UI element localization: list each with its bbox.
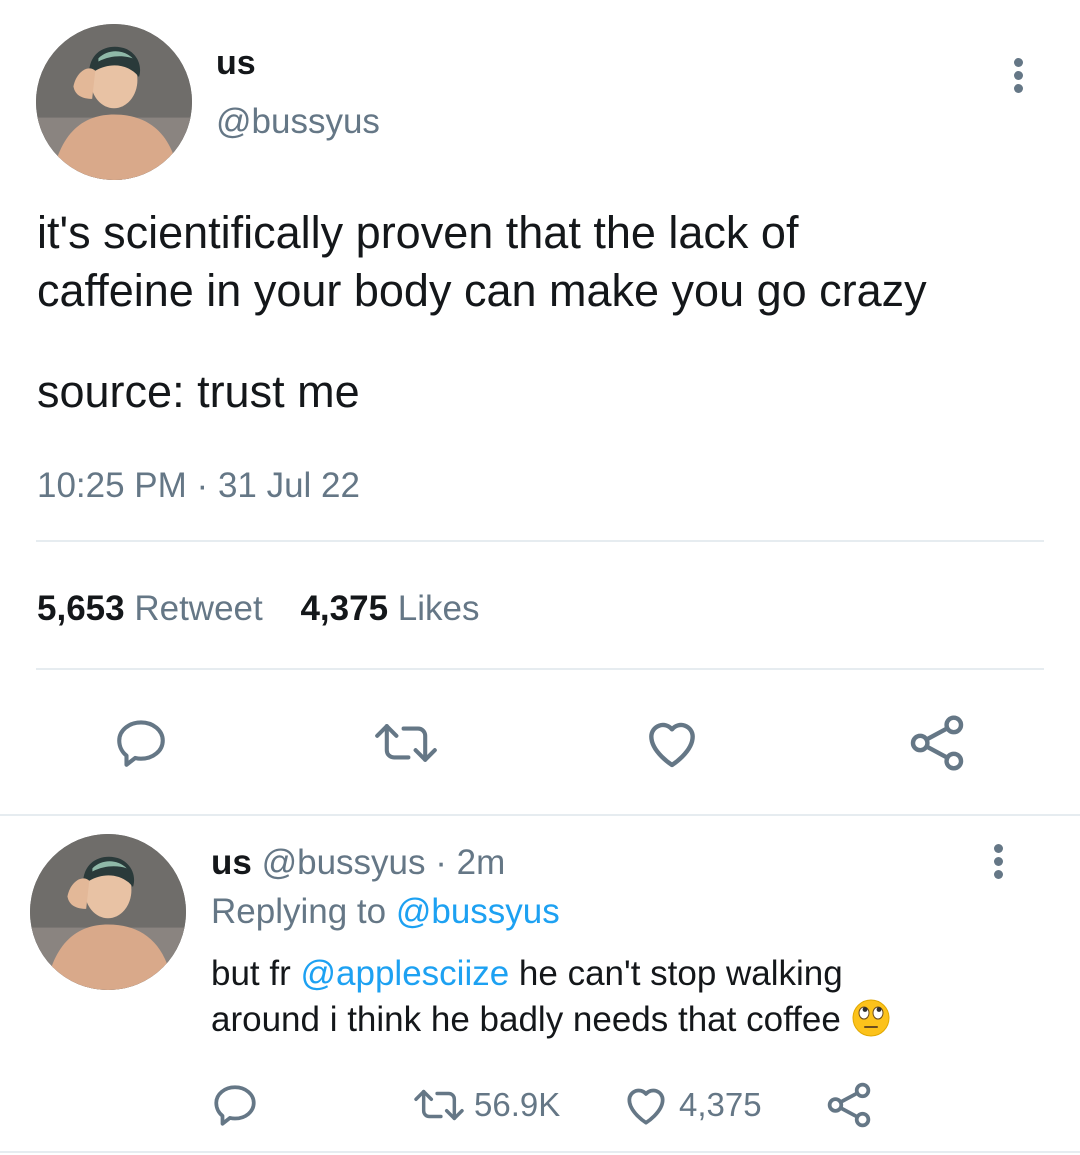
- replying-to-line: Replying to @bussyus: [211, 892, 560, 932]
- main-tweet-avatar[interactable]: [36, 24, 192, 180]
- reply-separator: ·: [435, 843, 447, 882]
- reply-tweet-more-icon[interactable]: [992, 844, 1004, 879]
- main-tweet-time: 10:25 PM: [37, 466, 187, 505]
- reply-display-name[interactable]: us: [211, 843, 252, 882]
- reply-handle[interactable]: @bussyus: [262, 843, 426, 882]
- main-tweet-date: 31 Jul 22: [217, 466, 360, 505]
- divider-after-stats: [36, 668, 1044, 670]
- replying-to-label: Replying to: [211, 892, 387, 931]
- retweets-stat[interactable]: 5,653 Retweet: [37, 589, 272, 628]
- main-tweet-handle[interactable]: @bussyus: [216, 102, 380, 142]
- reply-text-line1: but fr @applesciize he can't stop walkin…: [211, 951, 843, 997]
- divider-between-tweets: [0, 814, 1080, 816]
- share-icon[interactable]: [906, 712, 968, 774]
- likes-count: 4,375: [300, 589, 389, 628]
- reply-text-prefix: but fr: [211, 954, 291, 993]
- likes-label: Likes: [397, 589, 480, 628]
- profile-photo: [30, 834, 186, 990]
- profile-photo: [36, 24, 192, 180]
- divider-bottom: [0, 1151, 1080, 1153]
- reply-action-retweet[interactable]: 56.9K: [410, 1082, 560, 1128]
- main-tweet-text-line3: source: trust me: [37, 366, 360, 417]
- heart-icon[interactable]: [641, 712, 703, 774]
- reply-text-line1-rest: he can't stop walking: [518, 954, 843, 993]
- main-tweet-display-name[interactable]: us: [216, 44, 256, 83]
- reply-text-line2-body: around i think he badly needs that coffe…: [211, 1000, 841, 1039]
- replying-to-handle[interactable]: @bussyus: [396, 892, 560, 931]
- main-tweet-stats: 5,653 Retweet 4,375 Likes: [37, 589, 480, 629]
- reply-action-retweet-icon: [410, 1082, 468, 1128]
- reply-like-count: 4,375: [679, 1086, 762, 1123]
- retweet-icon[interactable]: [370, 714, 442, 772]
- main-tweet-text-line2: caffeine in your body can make you go cr…: [37, 265, 927, 316]
- rolling-eyes-emoji-icon: [851, 998, 891, 1038]
- main-tweet-more-icon[interactable]: [1012, 58, 1024, 93]
- likes-stat[interactable]: 4,375 Likes: [300, 589, 479, 628]
- reply-action-share-icon[interactable]: [824, 1080, 874, 1130]
- reply-tweet-avatar[interactable]: [30, 834, 186, 990]
- reply-tweet-header: us @bussyus · 2m: [211, 843, 505, 883]
- reply-action-heart-icon: [621, 1080, 671, 1130]
- reply-mention[interactable]: @applesciize: [301, 954, 510, 993]
- reply-action-like[interactable]: 4,375: [621, 1080, 762, 1130]
- main-tweet-timestamp[interactable]: 10:25 PM · 31 Jul 22: [37, 466, 360, 506]
- reply-retweet-count: 56.9K: [474, 1086, 561, 1123]
- reply-text-line2: around i think he badly needs that coffe…: [211, 997, 891, 1043]
- reply-icon[interactable]: [112, 714, 170, 772]
- reply-time-ago: 2m: [456, 843, 506, 882]
- retweets-count: 5,653: [37, 589, 125, 628]
- reply-action-reply-icon[interactable]: [210, 1080, 260, 1130]
- retweets-label: Retweet: [134, 589, 263, 628]
- timestamp-separator: ·: [196, 466, 209, 505]
- divider-after-timestamp: [36, 540, 1044, 542]
- main-tweet-text-line1: it's scientifically proven that the lack…: [37, 207, 799, 258]
